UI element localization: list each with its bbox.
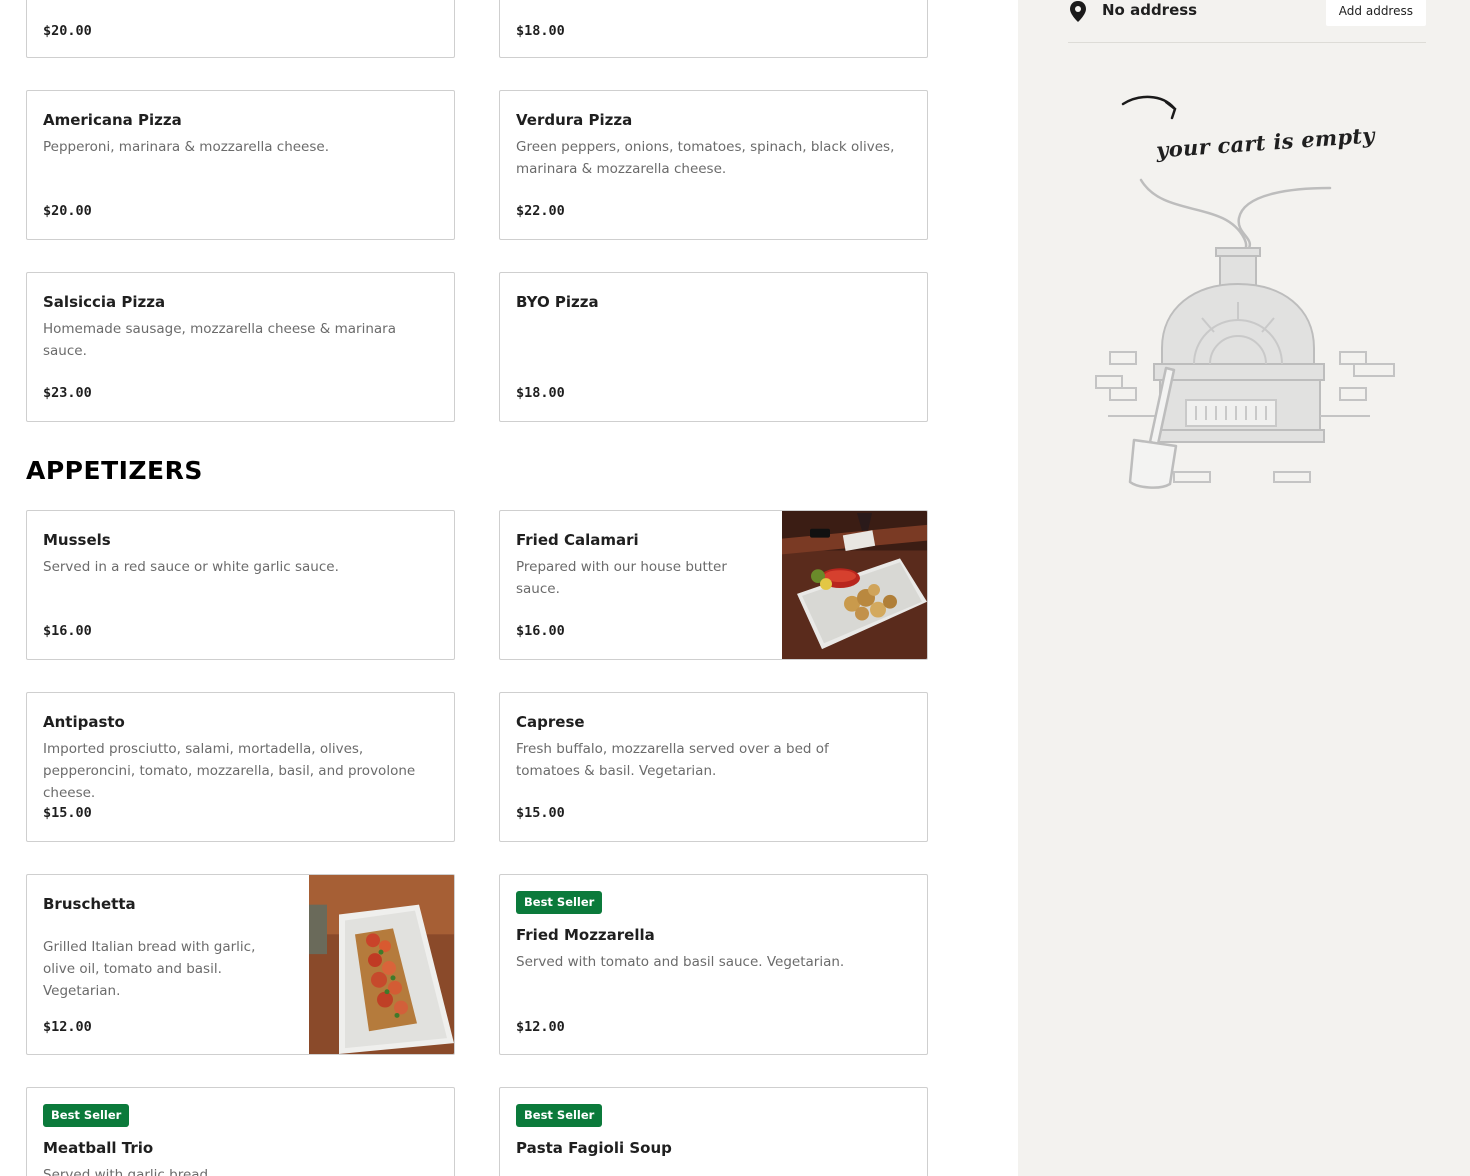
item-name: Bruschetta <box>43 895 136 913</box>
item-price: $22.00 <box>516 203 565 219</box>
menu-item-card[interactable]: Best Seller Fried Mozzarella Served with… <box>499 874 928 1055</box>
menu-item-card[interactable]: Caprese Fresh buffalo, mozzarella served… <box>499 692 928 842</box>
item-name: Caprese <box>516 713 585 731</box>
menu-panel: $20.00 $18.00 Americana Pizza Pepperoni,… <box>0 0 1018 1176</box>
item-description: Homemade sausage, mozzarella cheese & ma… <box>43 321 396 359</box>
item-price: $20.00 <box>43 23 92 39</box>
empty-cart-oven-illustration <box>1095 95 1395 489</box>
menu-item-card[interactable]: Fried Calamari Prepared with our house b… <box>499 510 928 660</box>
best-seller-badge: Best Seller <box>516 1104 603 1127</box>
item-name: Pasta Fagioli Soup <box>516 1139 672 1157</box>
item-description: Green peppers, onions, tomatoes, spinach… <box>516 139 895 177</box>
item-description: Grilled Italian bread with garlic, olive… <box>43 939 256 999</box>
menu-item-card[interactable]: Best Seller Meatball Trio Served with ga… <box>26 1087 455 1176</box>
section-title-appetizers: APPETIZERS <box>26 456 203 485</box>
menu-item-card[interactable]: Mussels Served in a red sauce or white g… <box>26 510 455 660</box>
item-price: $16.00 <box>516 623 565 639</box>
menu-item-card[interactable]: Bruschetta Grilled Italian bread with ga… <box>26 874 455 1055</box>
item-name: Fried Mozzarella <box>516 926 655 944</box>
menu-item-card[interactable]: $18.00 <box>499 0 928 58</box>
item-price: $20.00 <box>43 203 92 219</box>
item-description: Prepared with our house butter sauce. <box>516 559 727 597</box>
add-address-button[interactable]: Add address <box>1325 0 1426 26</box>
item-photo-calamari <box>782 511 927 659</box>
item-description: Served with garlic bread. <box>43 1167 213 1176</box>
item-name: Salsiccia Pizza <box>43 293 166 311</box>
item-description: Imported prosciutto, salami, mortadella,… <box>43 741 416 801</box>
item-price: $15.00 <box>516 805 565 821</box>
item-name: BYO Pizza <box>516 293 599 311</box>
address-text: No address <box>1102 1 1198 19</box>
menu-item-card[interactable]: Best Seller Pasta Fagioli Soup <box>499 1087 928 1176</box>
item-price: $16.00 <box>43 623 92 639</box>
item-photo-bruschetta <box>309 875 454 1054</box>
best-seller-badge: Best Seller <box>43 1104 130 1127</box>
item-price: $18.00 <box>516 385 565 401</box>
map-pin-icon <box>1068 0 1088 24</box>
menu-item-card[interactable]: Americana Pizza Pepperoni, marinara & mo… <box>26 90 455 240</box>
item-name: Antipasto <box>43 713 125 731</box>
best-seller-badge: Best Seller <box>516 891 603 914</box>
menu-item-card[interactable]: Antipasto Imported prosciutto, salami, m… <box>26 692 455 842</box>
item-name: Verdura Pizza <box>516 111 633 129</box>
item-name: Meatball Trio <box>43 1139 154 1157</box>
item-price: $12.00 <box>516 1019 565 1035</box>
cart-sidebar: No address Add address your cart is empt… <box>1018 0 1470 1176</box>
item-description: Served in a red sauce or white garlic sa… <box>43 559 339 575</box>
item-description: Fresh buffalo, mozzarella served over a … <box>516 741 829 779</box>
menu-item-card[interactable]: $20.00 <box>26 0 455 58</box>
item-price: $23.00 <box>43 385 92 401</box>
item-price: $15.00 <box>43 805 92 821</box>
item-name: Fried Calamari <box>516 531 639 549</box>
menu-item-card[interactable]: BYO Pizza $18.00 <box>499 272 928 422</box>
item-name: Americana Pizza <box>43 111 182 129</box>
item-description: Served with tomato and basil sauce. Vege… <box>516 954 845 970</box>
menu-item-card[interactable]: Verdura Pizza Green peppers, onions, tom… <box>499 90 928 240</box>
item-description: Pepperoni, marinara & mozzarella cheese. <box>43 139 329 155</box>
delivery-address-row: No address Add address <box>1068 0 1426 43</box>
menu-item-card[interactable]: Salsiccia Pizza Homemade sausage, mozzar… <box>26 272 455 422</box>
item-price: $12.00 <box>43 1019 92 1035</box>
item-price: $18.00 <box>516 23 565 39</box>
item-name: Mussels <box>43 531 111 549</box>
